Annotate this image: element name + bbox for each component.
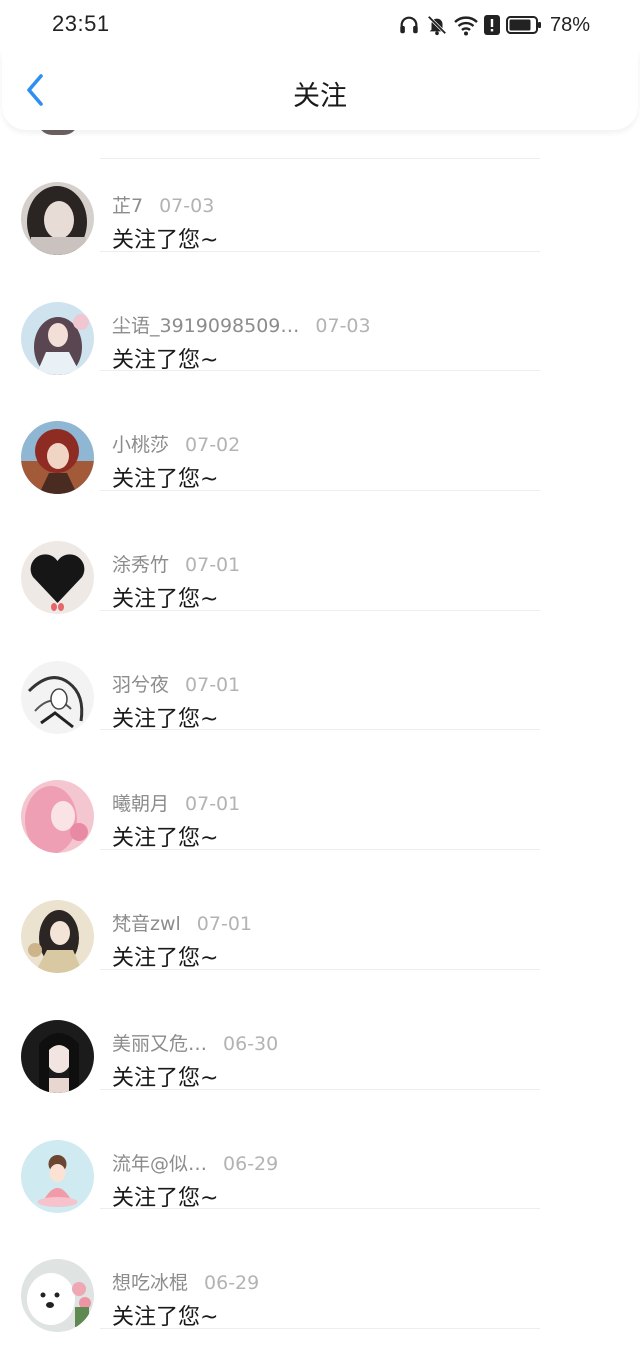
avatar[interactable] (21, 1019, 94, 1093)
username[interactable]: 美丽又危… (112, 1033, 207, 1055)
follow-date: 07-03 (159, 195, 215, 217)
avatar[interactable] (21, 1139, 94, 1213)
username[interactable]: 小桃莎 (112, 434, 169, 456)
message-text: 关注了您~ (112, 347, 219, 373)
list-item[interactable]: 想吃冰棍 06-29 关注了您~ (0, 1209, 640, 1333)
username[interactable]: 流年@似… (112, 1153, 207, 1175)
follow-date: 07-01 (185, 793, 241, 816)
list-item[interactable]: 曦朝月 07-01 关注了您~ (0, 730, 640, 854)
list-item[interactable]: 美丽又危… 06-30 关注了您~ (0, 970, 640, 1093)
item-meta: 美丽又危… 06-30 (112, 1029, 278, 1057)
follow-date: 07-01 (196, 913, 253, 936)
list-item[interactable]: 羽兮夜 07-01 关注了您~ (0, 611, 640, 734)
item-meta: 流年@似… 06-29 (112, 1149, 278, 1177)
wifi-icon (454, 16, 478, 36)
list-item[interactable]: 芷7 07-03 关注了您~ (0, 132, 640, 255)
avatar[interactable] (21, 1259, 94, 1333)
item-meta: 想吃冰棍 06-29 (112, 1268, 259, 1296)
avatar[interactable] (21, 301, 94, 375)
bell-off-icon (427, 15, 447, 36)
headphones-icon (400, 16, 418, 34)
alert-icon (483, 15, 500, 35)
list-item[interactable]: 涂秀竹 07-01 关注了您~ (0, 491, 640, 615)
nav-bar: 关注 (2, 50, 638, 130)
list-item[interactable]: 流年@似… 06-29 关注了您~ (0, 1090, 640, 1213)
follow-date: 06-29 (223, 1152, 279, 1175)
list-item[interactable]: 小桃莎 07-02 关注了您~ (0, 371, 640, 495)
avatar[interactable] (21, 182, 94, 255)
username[interactable]: 曦朝月 (112, 793, 169, 815)
item-meta: 涂秀竹 07-01 (112, 550, 240, 578)
follow-date: 07-03 (315, 314, 371, 337)
follow-date: 06-30 (223, 1032, 279, 1055)
username[interactable]: 涂秀竹 (112, 554, 169, 576)
avatar[interactable] (21, 780, 94, 854)
message-text: 关注了您~ (112, 587, 219, 613)
username[interactable]: 尘语_3919098509… (112, 315, 299, 337)
follower-list: 芷7 07-03 关注了您~ 尘语_3919098509… 07-03 关注了您~ (0, 132, 640, 1333)
status-icons: 78% (398, 12, 590, 38)
battery-icon (505, 16, 541, 34)
username[interactable]: 芷7 (112, 195, 143, 217)
message-text: 关注了您~ (112, 1185, 219, 1211)
item-meta: 小桃莎 07-02 (112, 430, 240, 458)
item-meta: 曦朝月 07-01 (112, 789, 240, 817)
message-text: 关注了您~ (112, 826, 219, 852)
message-text: 关注了您~ (112, 228, 219, 253)
status-time: 23:51 (52, 11, 110, 36)
item-meta: 芷7 07-03 (112, 191, 214, 219)
divider (100, 1327, 540, 1329)
username[interactable]: 梵音zwl (112, 913, 181, 935)
message-text: 关注了您~ (112, 1305, 219, 1331)
list-item[interactable]: 尘语_3919098509… 07-03 关注了您~ (0, 252, 640, 375)
follow-date: 06-29 (204, 1272, 260, 1295)
avatar[interactable] (21, 541, 94, 615)
status-bar: 23:51 78% (0, 0, 640, 50)
username[interactable]: 羽兮夜 (112, 674, 169, 696)
item-meta: 羽兮夜 07-01 (112, 670, 240, 698)
username[interactable]: 想吃冰棍 (112, 1272, 188, 1294)
message-text: 关注了您~ (112, 706, 219, 732)
list-item[interactable]: 梵音zwl 07-01 关注了您~ (0, 850, 640, 974)
battery-percent: 78% (549, 13, 590, 36)
avatar[interactable] (21, 660, 94, 734)
message-text: 关注了您~ (112, 1065, 219, 1091)
follow-date: 07-01 (185, 673, 241, 696)
avatar[interactable] (21, 900, 94, 974)
page-title: 关注 (293, 81, 347, 112)
follow-date: 07-02 (185, 434, 241, 457)
message-text: 关注了您~ (112, 467, 219, 493)
avatar[interactable] (21, 421, 94, 495)
follow-date: 07-01 (185, 554, 241, 577)
item-meta: 梵音zwl 07-01 (112, 909, 252, 937)
item-meta: 尘语_3919098509… 07-03 (112, 311, 371, 339)
message-text: 关注了您~ (112, 946, 219, 972)
